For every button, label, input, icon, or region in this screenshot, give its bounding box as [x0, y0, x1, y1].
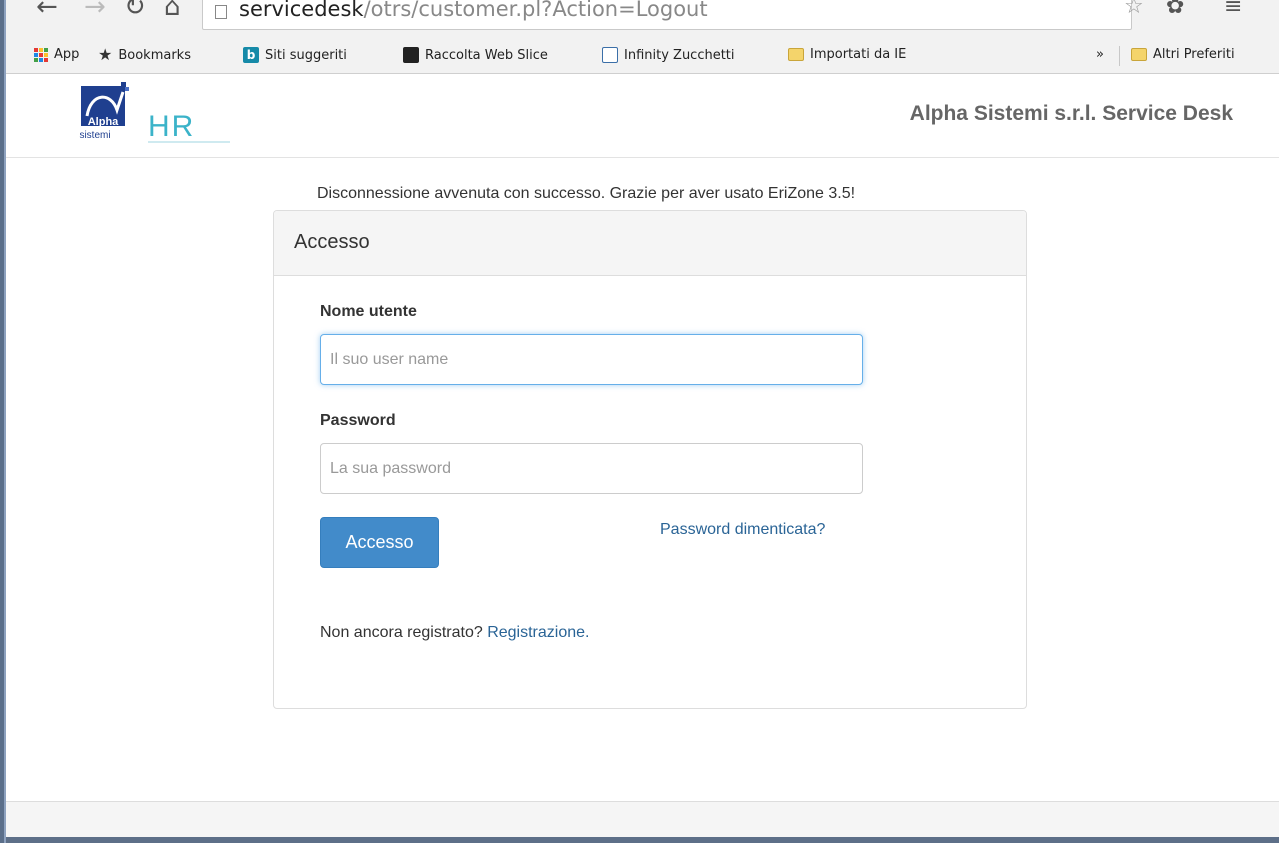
site-title: Alpha Sistemi s.r.l. Service Desk: [909, 102, 1233, 125]
register-link[interactable]: Registrazione.: [487, 624, 589, 641]
bookmark-star-icon[interactable]: ☆: [1124, 0, 1144, 19]
reload-icon[interactable]: ↻: [124, 0, 146, 22]
browser-toolbar: ← → ↻ ⌂ servicedesk/otrs/customer.pl?Act…: [6, 0, 1279, 38]
bookmarks-divider: [1119, 46, 1120, 66]
bookmark-importati-da-ie[interactable]: Importati da IE: [788, 47, 906, 62]
username-label: Nome utente: [320, 303, 417, 320]
logo-hr-text: HR: [148, 110, 195, 143]
infinity-icon: [602, 47, 618, 63]
menu-icon[interactable]: ≡: [1224, 0, 1242, 19]
bookmarks-overflow[interactable]: »: [1096, 47, 1104, 62]
password-input[interactable]: [320, 443, 863, 494]
register-prompt: Non ancora registrato?: [320, 624, 488, 641]
home-icon[interactable]: ⌂: [164, 0, 181, 22]
panel-title: Accesso: [274, 211, 1026, 276]
web-slice-icon: [403, 47, 419, 63]
bookmark-altri-preferiti[interactable]: Altri Preferiti: [1131, 47, 1235, 62]
username-input[interactable]: [320, 334, 863, 385]
site-header: Alpha sistemi HR Alpha Sistemi s.r.l. Se…: [6, 74, 1279, 158]
bookmark-bookmarks[interactable]: ★ Bookmarks: [98, 47, 191, 63]
logo-alpha-text: Alpha: [88, 116, 119, 128]
forward-arrow-icon[interactable]: →: [84, 0, 106, 22]
back-arrow-icon[interactable]: ←: [36, 0, 58, 22]
apps-grid-icon: [34, 47, 48, 62]
url-text: servicedesk/otrs/customer.pl?Action=Logo…: [239, 0, 708, 21]
star-icon: ★: [98, 45, 113, 64]
logout-success-message: Disconnessione avvenuta con successo. Gr…: [317, 185, 856, 202]
taskbar-edge: [6, 837, 1279, 843]
register-line: Non ancora registrato? Registrazione.: [320, 624, 589, 642]
password-label: Password: [320, 412, 396, 429]
bookmark-siti-suggeriti[interactable]: b Siti suggeriti: [243, 47, 347, 63]
browser-window: ← → ↻ ⌂ servicedesk/otrs/customer.pl?Act…: [0, 0, 1279, 843]
forgot-password-link[interactable]: Password dimenticata?: [660, 521, 825, 539]
folder-icon: [788, 48, 804, 61]
bookmark-infinity-zucchetti[interactable]: Infinity Zucchetti: [602, 47, 735, 63]
hr-logo: HR: [148, 110, 230, 143]
address-bar[interactable]: servicedesk/otrs/customer.pl?Action=Logo…: [202, 0, 1132, 30]
folder-icon: [1131, 48, 1147, 61]
bookmark-raccolta-web-slice[interactable]: Raccolta Web Slice: [403, 47, 548, 63]
page-footer: [6, 801, 1279, 837]
page-icon: [215, 5, 227, 19]
alpha-sistemi-logo[interactable]: Alpha sistemi: [77, 82, 131, 142]
bookmark-app[interactable]: App: [34, 47, 79, 62]
login-button[interactable]: Accesso: [320, 517, 439, 568]
extension-icon[interactable]: ✿: [1166, 0, 1184, 19]
login-panel: Accesso Nome utente Password Accesso Pas…: [273, 210, 1027, 709]
bing-icon: b: [243, 47, 259, 63]
bookmarks-bar: App ★ Bookmarks b Siti suggeriti Raccolt…: [6, 38, 1279, 74]
logo-sistemi-text: sistemi: [79, 130, 110, 141]
